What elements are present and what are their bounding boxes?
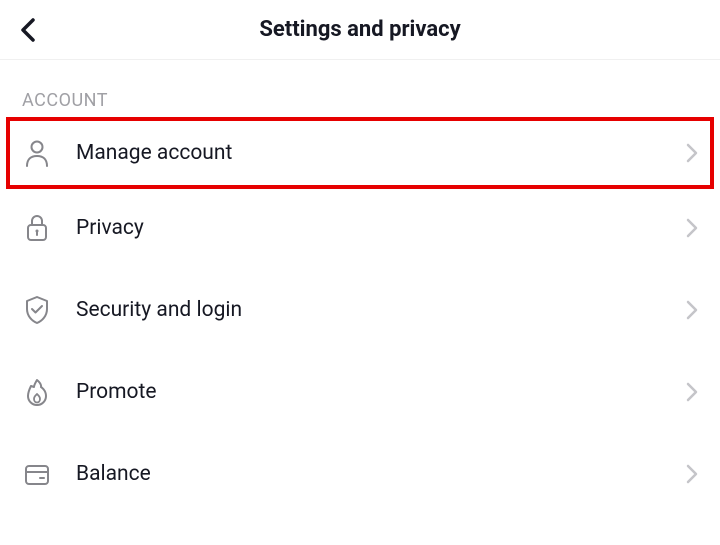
section-header-account: ACCOUNT xyxy=(0,60,720,119)
back-button[interactable] xyxy=(18,16,38,44)
shield-icon xyxy=(22,295,52,325)
list-item-label: Manage account xyxy=(76,141,686,165)
list-item-label: Privacy xyxy=(76,216,686,240)
lock-icon xyxy=(22,214,52,242)
back-icon xyxy=(18,16,38,44)
chevron-right-icon xyxy=(686,143,698,163)
list-item-label: Balance xyxy=(76,462,686,486)
page-title: Settings and privacy xyxy=(259,17,460,42)
wallet-icon xyxy=(22,461,52,487)
list-item-label: Security and login xyxy=(76,298,686,322)
list-item-security[interactable]: Security and login xyxy=(0,269,720,351)
list-item-label: Promote xyxy=(76,380,686,404)
list-item-balance[interactable]: Balance xyxy=(0,433,720,515)
list-item-manage-account[interactable]: Manage account xyxy=(6,117,714,189)
list-item-privacy[interactable]: Privacy xyxy=(0,187,720,269)
chevron-right-icon xyxy=(686,464,698,484)
person-icon xyxy=(22,139,52,167)
header: Settings and privacy xyxy=(0,0,720,60)
list-item-promote[interactable]: Promote xyxy=(0,351,720,433)
flame-icon xyxy=(22,377,52,407)
chevron-right-icon xyxy=(686,300,698,320)
chevron-right-icon xyxy=(686,218,698,238)
chevron-right-icon xyxy=(686,382,698,402)
